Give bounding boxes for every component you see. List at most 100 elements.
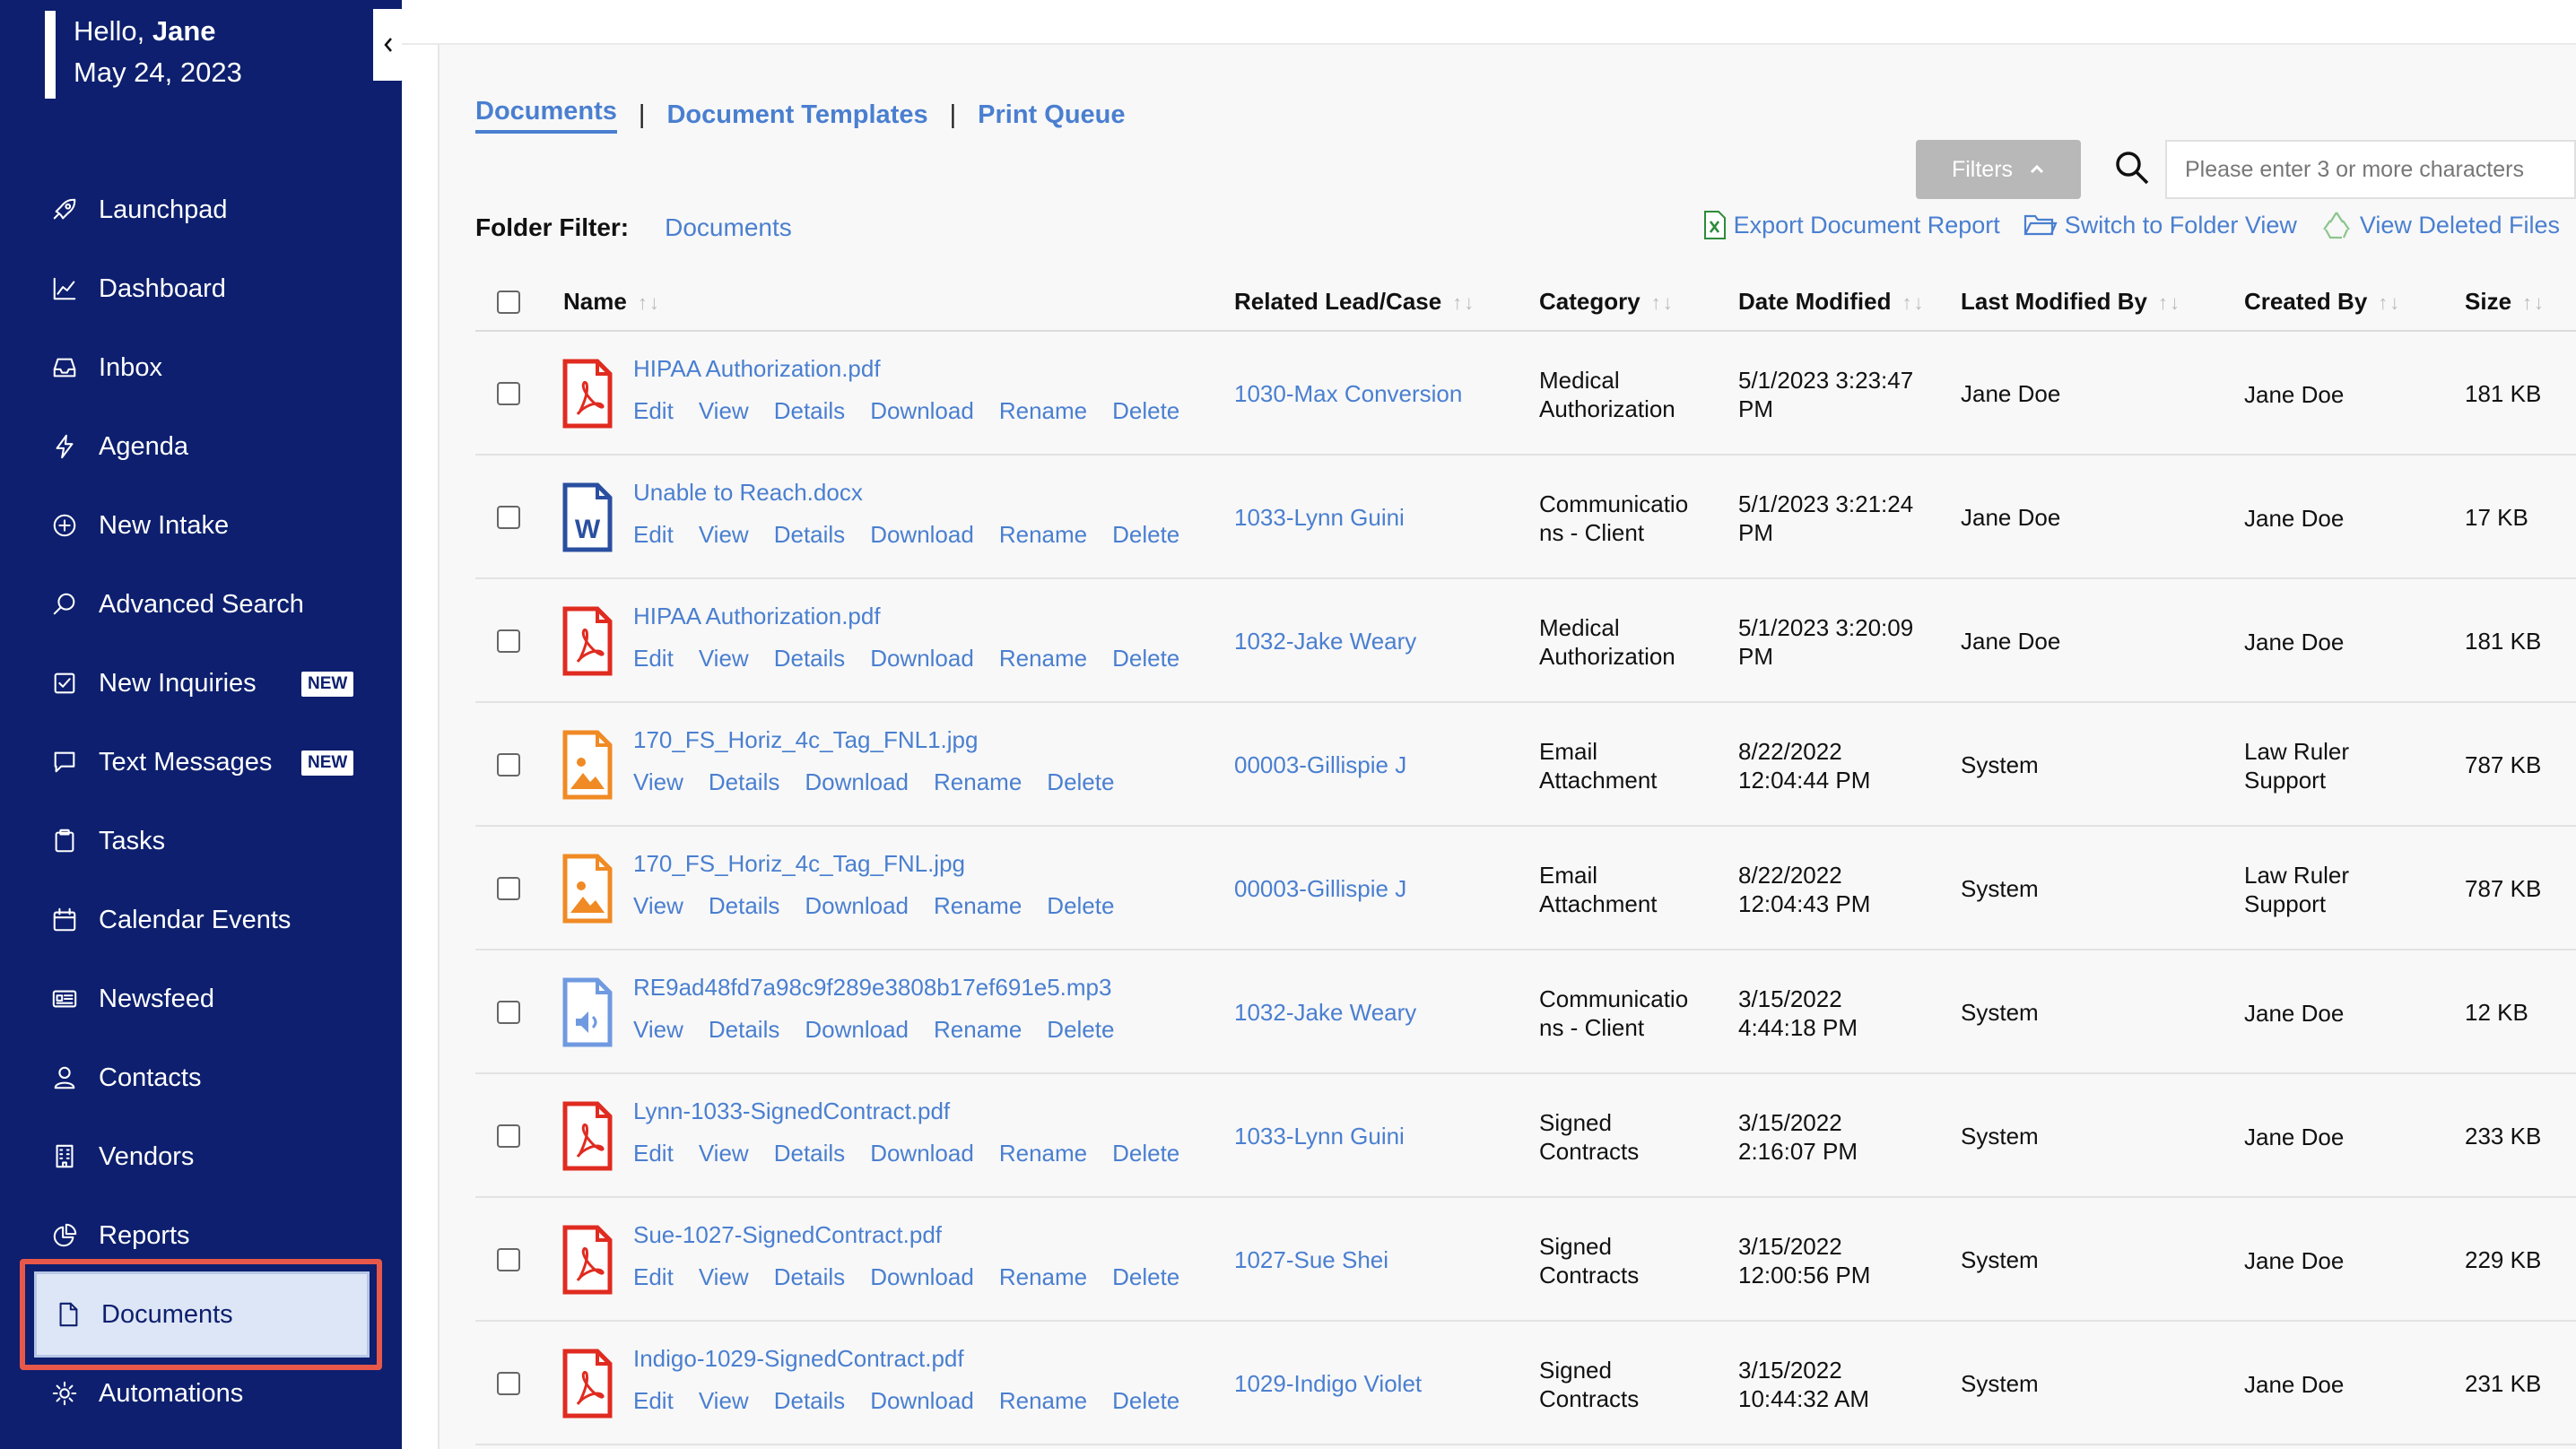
column-related-lead-case[interactable]: Related Lead/Case ↑↓	[1234, 288, 1475, 316]
sidebar-item-agenda[interactable]: Agenda	[0, 407, 402, 486]
related-case-link[interactable]: 00003-Gillispie J	[1234, 751, 1406, 779]
row-checkbox[interactable]	[497, 877, 520, 900]
rename-link[interactable]: Rename	[934, 768, 1022, 796]
delete-link[interactable]: Delete	[1047, 768, 1114, 796]
collapse-sidebar-button[interactable]	[373, 9, 404, 81]
row-checkbox[interactable]	[497, 753, 520, 777]
file-name-link[interactable]: Lynn-1033-SignedContract.pdf	[633, 1098, 1205, 1125]
column-size[interactable]: Size ↑↓	[2465, 288, 2546, 316]
related-case-link[interactable]: 1032-Jake Weary	[1234, 999, 1416, 1027]
related-case-link[interactable]: 1033-Lynn Guini	[1234, 1123, 1405, 1150]
view-link[interactable]: View	[633, 768, 683, 796]
file-name-link[interactable]: RE9ad48fd7a98c9f289e3808b17ef691e5.mp3	[633, 974, 1139, 1002]
sidebar-item-new-intake[interactable]: New Intake	[0, 486, 402, 565]
view-link[interactable]: View	[633, 1016, 683, 1044]
folder-filter-value[interactable]: Documents	[665, 213, 792, 242]
edit-link[interactable]: Edit	[633, 1263, 674, 1291]
sidebar-item-inbox[interactable]: Inbox	[0, 328, 402, 407]
row-checkbox[interactable]	[497, 506, 520, 529]
filters-button[interactable]: Filters	[1916, 140, 2081, 199]
switch-to-folder-view-link[interactable]: Switch to Folder View	[2023, 212, 2297, 239]
delete-link[interactable]: Delete	[1112, 1140, 1179, 1167]
column-created-by[interactable]: Created By ↑↓	[2244, 288, 2401, 316]
related-case-link[interactable]: 00003-Gillispie J	[1234, 875, 1406, 903]
row-checkbox[interactable]	[497, 1124, 520, 1148]
sidebar-item-contacts[interactable]: Contacts	[0, 1038, 402, 1117]
export-document-report-link[interactable]: Export Document Report	[1703, 210, 2000, 240]
rename-link[interactable]: Rename	[999, 1387, 1087, 1415]
sidebar-item-tasks[interactable]: Tasks	[0, 802, 402, 881]
tab-document-templates[interactable]: Document Templates	[666, 100, 927, 130]
view-link[interactable]: View	[699, 1387, 749, 1415]
delete-link[interactable]: Delete	[1047, 1016, 1114, 1044]
rename-link[interactable]: Rename	[999, 645, 1087, 672]
download-link[interactable]: Download	[805, 768, 909, 796]
download-link[interactable]: Download	[805, 1016, 909, 1044]
rename-link[interactable]: Rename	[999, 397, 1087, 425]
details-link[interactable]: Details	[709, 892, 779, 920]
delete-link[interactable]: Delete	[1047, 892, 1114, 920]
delete-link[interactable]: Delete	[1112, 397, 1179, 425]
select-all-checkbox[interactable]	[497, 291, 520, 314]
view-link[interactable]: View	[699, 397, 749, 425]
row-checkbox[interactable]	[497, 629, 520, 653]
edit-link[interactable]: Edit	[633, 397, 674, 425]
sidebar-item-newsfeed[interactable]: Newsfeed	[0, 959, 402, 1038]
download-link[interactable]: Download	[870, 521, 974, 549]
file-name-link[interactable]: 170_FS_Horiz_4c_Tag_FNL.jpg	[633, 850, 1139, 878]
column-name[interactable]: Name ↑↓	[563, 288, 661, 316]
related-case-link[interactable]: 1029-Indigo Violet	[1234, 1370, 1422, 1398]
file-name-link[interactable]: HIPAA Authorization.pdf	[633, 355, 1205, 383]
delete-link[interactable]: Delete	[1112, 521, 1179, 549]
row-checkbox[interactable]	[497, 382, 520, 405]
search-icon[interactable]	[2113, 149, 2151, 187]
file-name-link[interactable]: Unable to Reach.docx	[633, 479, 1205, 507]
column-category[interactable]: Category ↑↓	[1539, 288, 1675, 316]
delete-link[interactable]: Delete	[1112, 1387, 1179, 1415]
sidebar-item-calendar-events[interactable]: Calendar Events	[0, 881, 402, 959]
sidebar-item-advanced-search[interactable]: Advanced Search	[0, 565, 402, 644]
edit-link[interactable]: Edit	[633, 521, 674, 549]
download-link[interactable]: Download	[870, 397, 974, 425]
file-name-link[interactable]: HIPAA Authorization.pdf	[633, 603, 1205, 630]
edit-link[interactable]: Edit	[633, 1140, 674, 1167]
row-checkbox[interactable]	[497, 1372, 520, 1395]
rename-link[interactable]: Rename	[999, 521, 1087, 549]
download-link[interactable]: Download	[870, 1140, 974, 1167]
download-link[interactable]: Download	[805, 892, 909, 920]
delete-link[interactable]: Delete	[1112, 645, 1179, 672]
search-input[interactable]	[2165, 140, 2576, 199]
details-link[interactable]: Details	[709, 1016, 779, 1044]
view-link[interactable]: View	[699, 645, 749, 672]
edit-link[interactable]: Edit	[633, 1387, 674, 1415]
column-date-modified[interactable]: Date Modified ↑↓	[1738, 288, 1925, 316]
view-link[interactable]: View	[633, 892, 683, 920]
row-checkbox[interactable]	[497, 1248, 520, 1271]
row-checkbox[interactable]	[497, 1001, 520, 1024]
download-link[interactable]: Download	[870, 645, 974, 672]
related-case-link[interactable]: 1027-Sue Shei	[1234, 1246, 1388, 1274]
details-link[interactable]: Details	[709, 768, 779, 796]
edit-link[interactable]: Edit	[633, 645, 674, 672]
rename-link[interactable]: Rename	[934, 1016, 1022, 1044]
sidebar-item-dashboard[interactable]: Dashboard	[0, 249, 402, 328]
tab-print-queue[interactable]: Print Queue	[978, 100, 1125, 130]
details-link[interactable]: Details	[774, 521, 845, 549]
details-link[interactable]: Details	[774, 1387, 845, 1415]
related-case-link[interactable]: 1030-Max Conversion	[1234, 380, 1462, 408]
file-name-link[interactable]: 170_FS_Horiz_4c_Tag_FNL1.jpg	[633, 726, 1139, 754]
download-link[interactable]: Download	[870, 1263, 974, 1291]
file-name-link[interactable]: Indigo-1029-SignedContract.pdf	[633, 1345, 1205, 1373]
sidebar-item-new-inquiries[interactable]: New Inquiries NEW	[0, 644, 402, 723]
details-link[interactable]: Details	[774, 1140, 845, 1167]
download-link[interactable]: Download	[870, 1387, 974, 1415]
details-link[interactable]: Details	[774, 397, 845, 425]
details-link[interactable]: Details	[774, 1263, 845, 1291]
rename-link[interactable]: Rename	[934, 892, 1022, 920]
file-name-link[interactable]: Sue-1027-SignedContract.pdf	[633, 1221, 1205, 1249]
delete-link[interactable]: Delete	[1112, 1263, 1179, 1291]
rename-link[interactable]: Rename	[999, 1140, 1087, 1167]
sidebar-item-documents-active[interactable]: Documents	[34, 1271, 370, 1358]
view-link[interactable]: View	[699, 1140, 749, 1167]
related-case-link[interactable]: 1033-Lynn Guini	[1234, 504, 1405, 532]
